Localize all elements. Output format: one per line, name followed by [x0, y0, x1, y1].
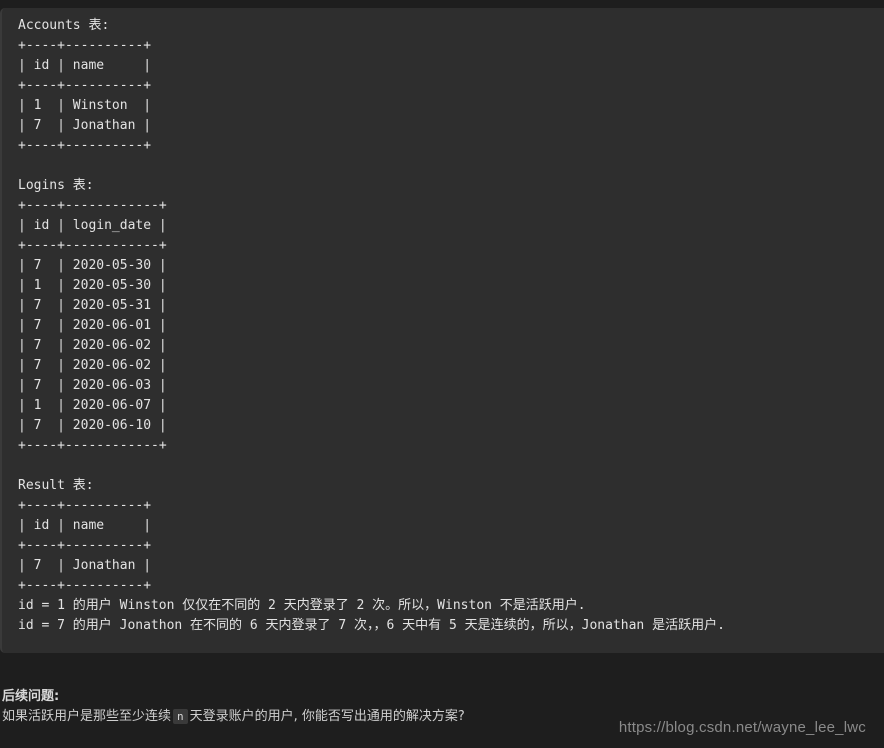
code-block: Accounts 表: +----+----------+ | id | name … [0, 8, 884, 653]
followup-body-before: 如果活跃用户是那些至少连续 [2, 709, 172, 724]
code-line: +----+----------+ [18, 498, 152, 513]
watermark-url: https://blog.csdn.net/wayne_lee_lwc [618, 719, 866, 736]
followup-body-after: 天登录账户的用户, 你能否写出通用的解决方案? [189, 709, 465, 724]
code-line: +----+----------+ [18, 578, 152, 593]
code-line: | 7 | 2020-06-02 | [18, 358, 167, 373]
code-line: | 7 | Jonathan | [18, 558, 152, 573]
code-line: +----+----------+ [18, 538, 152, 553]
code-line: +----+------------+ [18, 198, 167, 213]
code-line: | 7 | 2020-05-30 | [18, 258, 167, 273]
code-line: +----+----------+ [18, 78, 152, 93]
code-line: | id | login_date | [18, 218, 167, 233]
followup-heading: 后续问题: [2, 689, 60, 704]
code-line: +----+----------+ [18, 38, 152, 53]
code-line: | id | name | [18, 518, 152, 533]
code-line: | 1 | Winston | [18, 98, 152, 113]
code-line: | 7 | Jonathan | [18, 118, 152, 133]
code-line: | 7 | 2020-06-10 | [18, 418, 167, 433]
code-line: +----+----------+ [18, 138, 152, 153]
followup-inline-code: n [173, 709, 188, 724]
code-line: | 1 | 2020-05-30 | [18, 278, 167, 293]
code-line-explanation: id = 1 的用户 Winston 仅仅在不同的 2 天内登录了 2 次。所以… [18, 598, 586, 613]
code-line: | 7 | 2020-06-02 | [18, 338, 167, 353]
code-line: | id | name | [18, 58, 152, 73]
code-block-content: Accounts 表: +----+----------+ | id | name … [2, 8, 884, 636]
code-line: | 7 | 2020-06-01 | [18, 318, 167, 333]
code-line: | 7 | 2020-05-31 | [18, 298, 167, 313]
code-line: +----+------------+ [18, 438, 167, 453]
code-line: Logins 表: [18, 178, 94, 193]
code-line: Result 表: [18, 478, 94, 493]
code-line: | 7 | 2020-06-03 | [18, 378, 167, 393]
code-line: | 1 | 2020-06-07 | [18, 398, 167, 413]
code-line: +----+------------+ [18, 238, 167, 253]
code-line: Accounts 表: [18, 18, 110, 33]
code-line-explanation: id = 7 的用户 Jonathon 在不同的 6 天内登录了 7 次，，6 … [18, 618, 725, 633]
